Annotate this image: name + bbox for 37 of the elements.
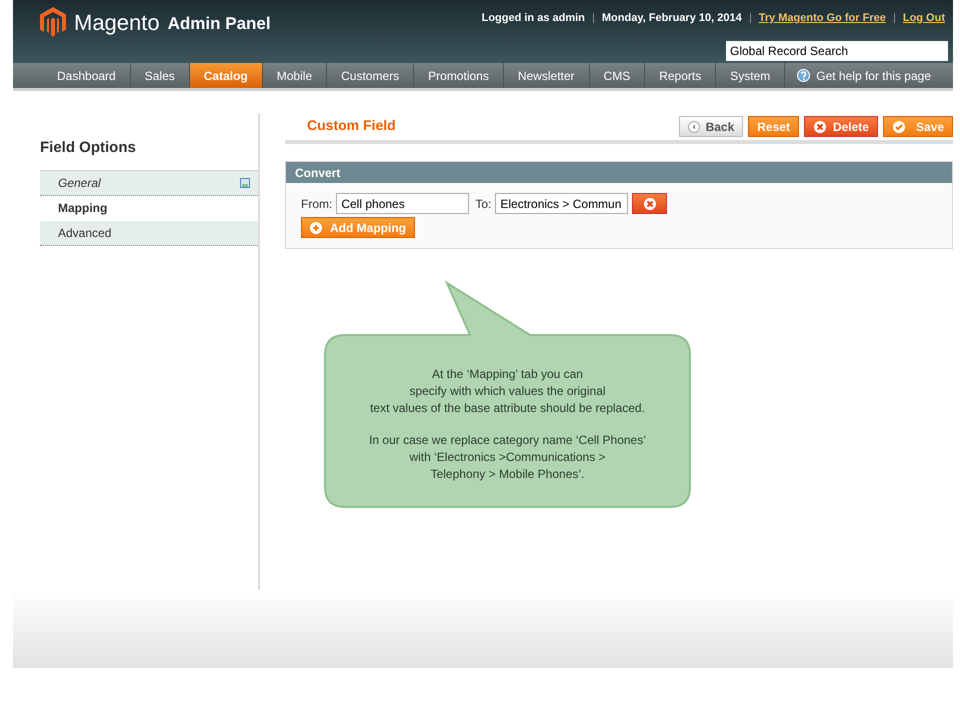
section-header: Convert [286,162,952,183]
checkmark-icon [892,120,906,134]
remove-button[interactable] [632,193,668,214]
sidebar-title: Field Options [40,138,137,158]
nav-tab[interactable]: Catalog [190,63,263,88]
nav-tab[interactable]: Promotions [414,63,504,88]
callout-text: In our case we replace category name ‘Cell Phones’ with ‘Electronics >Communications > Telephony > Mobile Phones’. [369,432,646,483]
nav-tab[interactable]: Dashboard [43,63,131,88]
delete-button[interactable]: Delete [804,116,878,137]
header-link[interactable]: Try Magento Go for Free [758,10,886,26]
date-text: Monday, February 10, 2014 [602,11,742,26]
help-icon [797,69,810,82]
nav-tab[interactable]: Reports [645,63,716,88]
from-field[interactable]: Cell phones [336,193,470,214]
to-field[interactable]: Electronics > Commun [495,193,628,214]
delete-icon [812,120,827,134]
search-field[interactable]: Global Record Search [726,40,948,60]
callout-text: At the ‘Mapping’ tab you can specify with which values the original text values of the base attribute should be replaced. [370,366,645,417]
plus-icon [310,222,322,234]
logo-text: Magento [74,8,160,37]
logo-subtitle: Admin Panel [168,12,271,35]
logo-icon [40,7,66,37]
help-link[interactable]: Get help for this page [797,63,931,88]
page-title: Custom Field [307,116,396,135]
header-link[interactable]: Log Out [902,10,945,26]
to-label: To: [475,196,492,212]
sidebar-tab[interactable]: General [40,170,258,196]
nav-tab[interactable]: Customers [327,63,414,88]
from-label: From: [301,196,332,212]
login-status: Logged in as admin [482,11,585,26]
remove-icon [642,196,657,210]
nav-tab[interactable]: System [716,63,786,88]
nav-tab[interactable]: CMS [590,63,646,88]
back-button[interactable]: Back [678,116,744,137]
sidebar-tab[interactable]: Advanced [40,220,258,246]
nav-tab[interactable]: Newsletter [504,63,590,88]
nav-tab[interactable]: Mobile [262,63,328,88]
